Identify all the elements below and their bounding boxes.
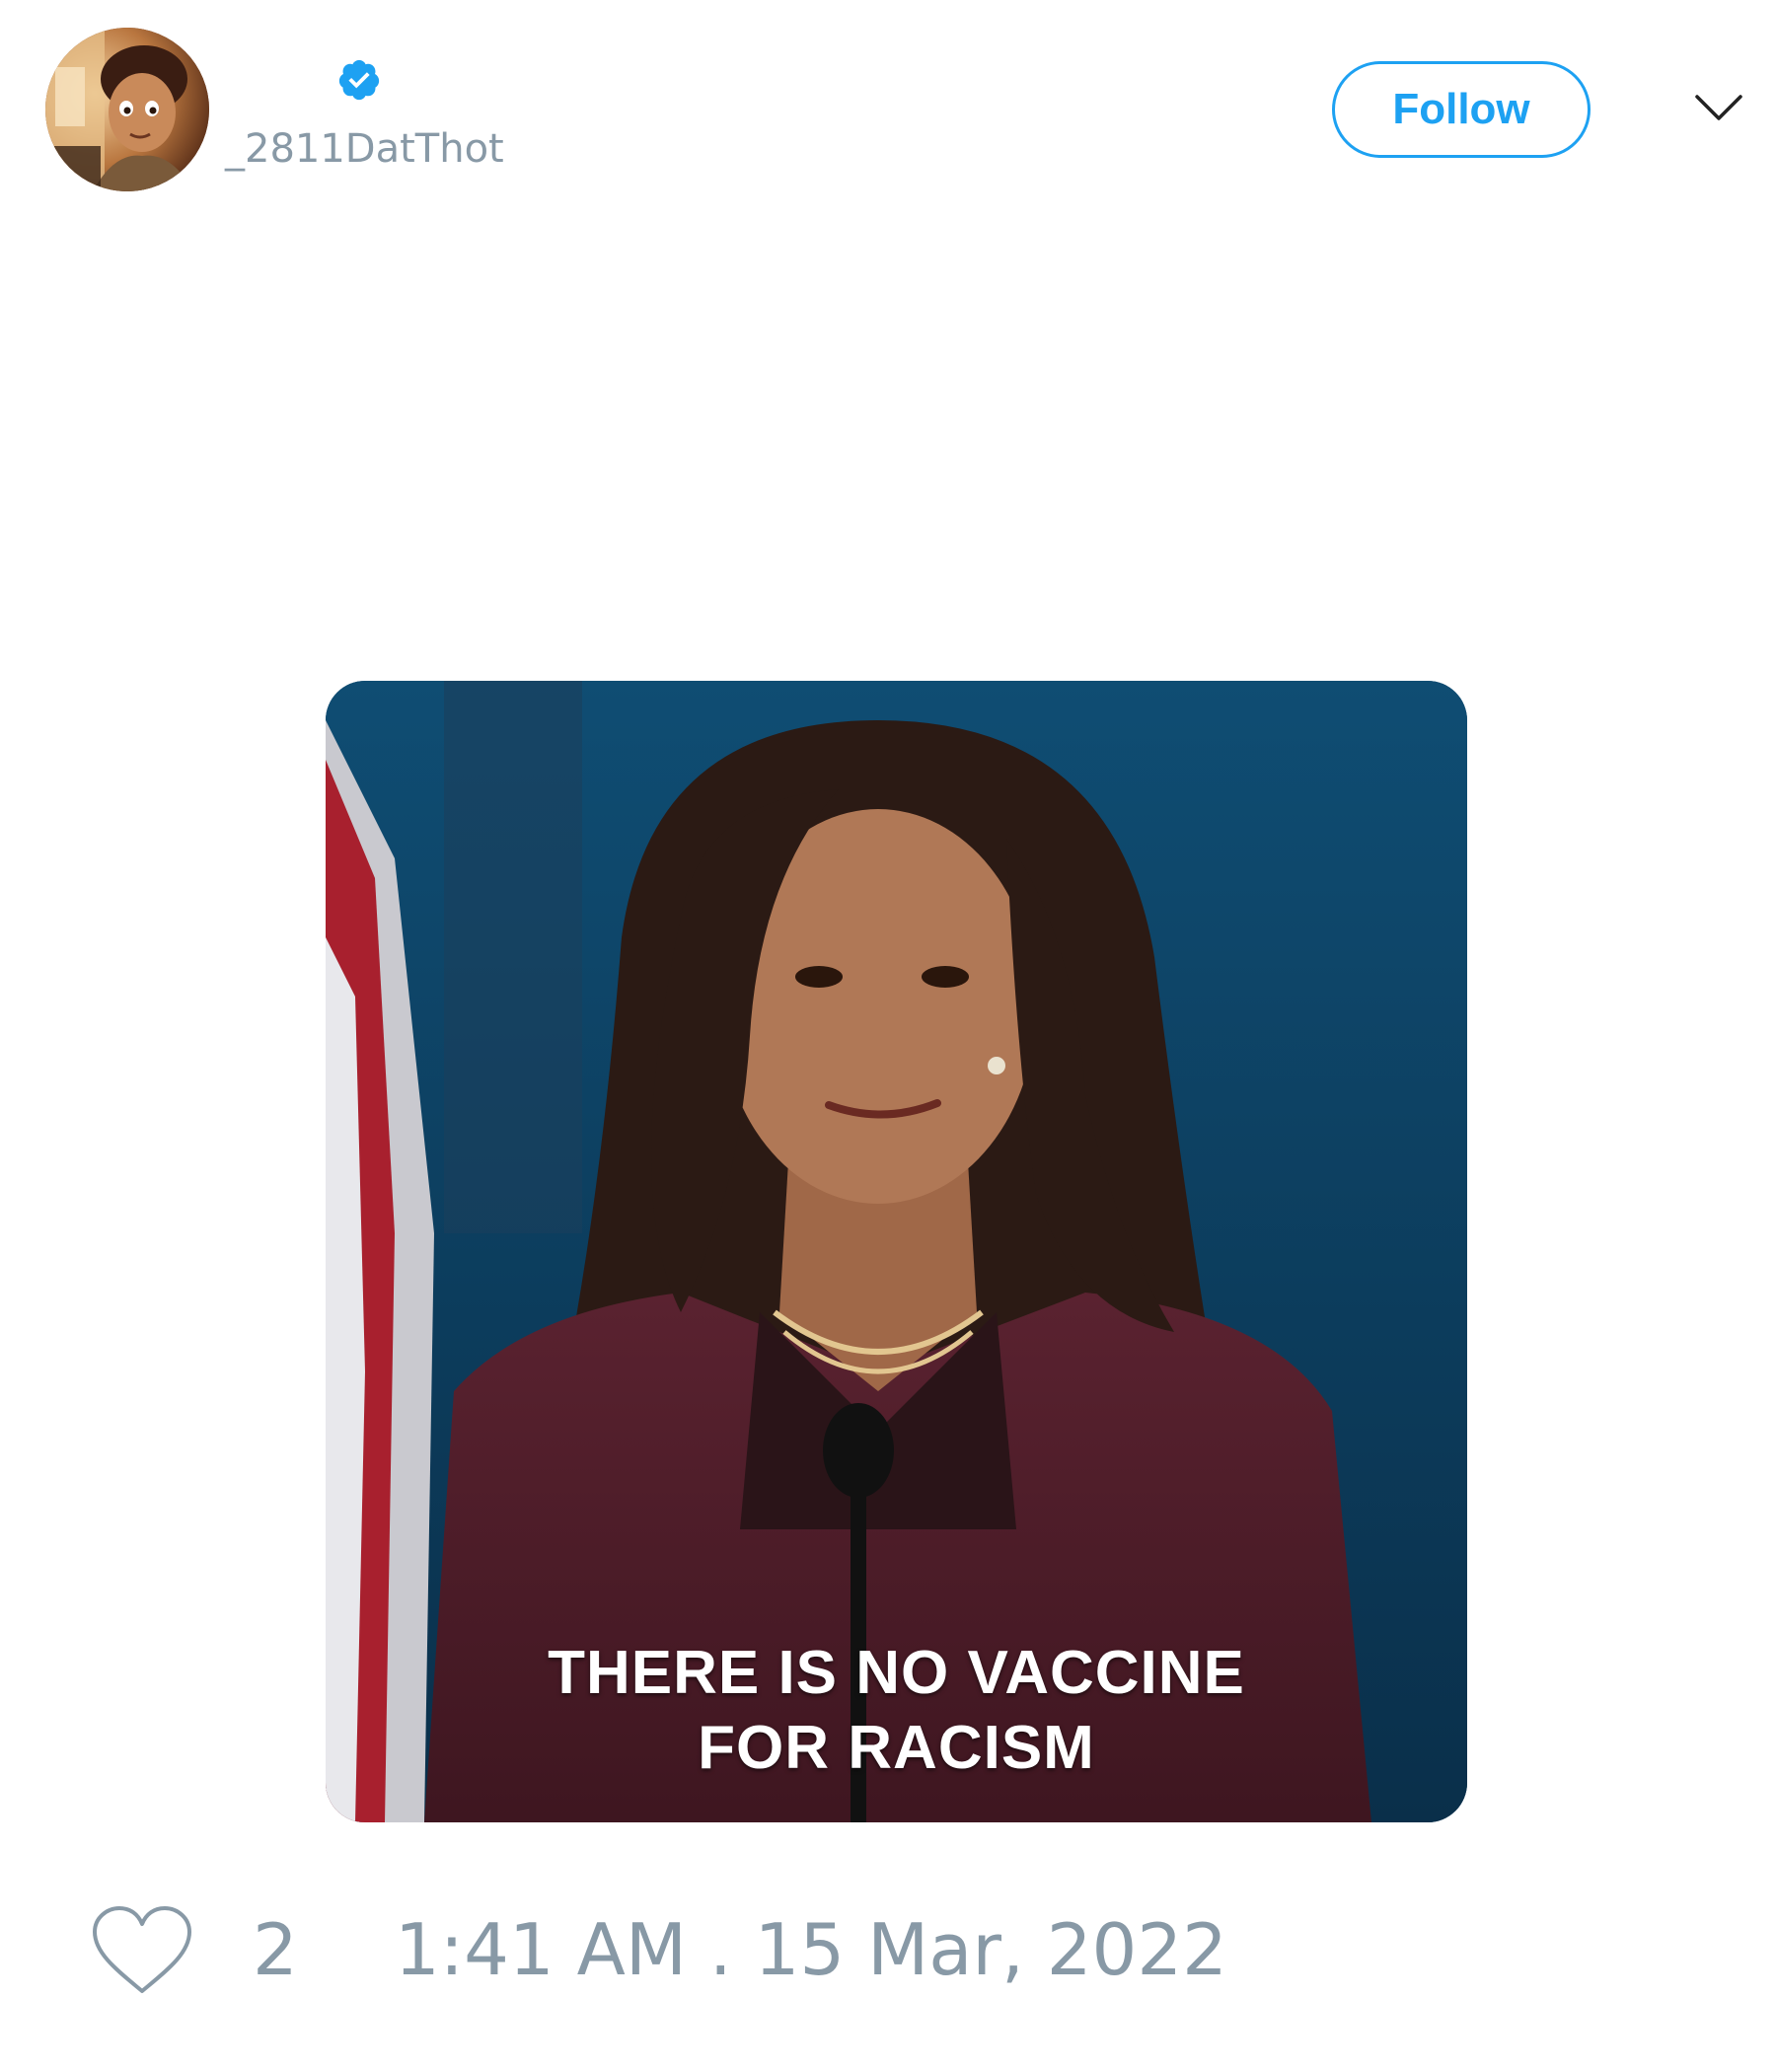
like-count: 2 [253,1908,298,1991]
gif-caption-line1: THERE IS NO VACCINE [548,1639,1245,1707]
heart-icon[interactable] [89,1902,195,1997]
follow-button[interactable]: Follow [1332,61,1591,158]
chevron-down-icon[interactable] [1693,91,1744,124]
tweet-card: _2811DatThot Follow THERE IS NO VACCINE … [0,0,1776,2072]
avatar[interactable] [45,28,209,191]
tweet-timestamp[interactable]: 1:41 AM . 15 Mar, 2022 [395,1908,1227,1991]
cartoon-avatar-image [45,28,209,191]
verified-badge-icon [338,59,380,101]
gif-caption-line2: FOR RACISM [698,1714,1095,1782]
user-handle[interactable]: _2811DatThot [225,126,504,172]
tweet-media-gif[interactable]: THERE IS NO VACCINE FOR RACISM [326,681,1467,1822]
